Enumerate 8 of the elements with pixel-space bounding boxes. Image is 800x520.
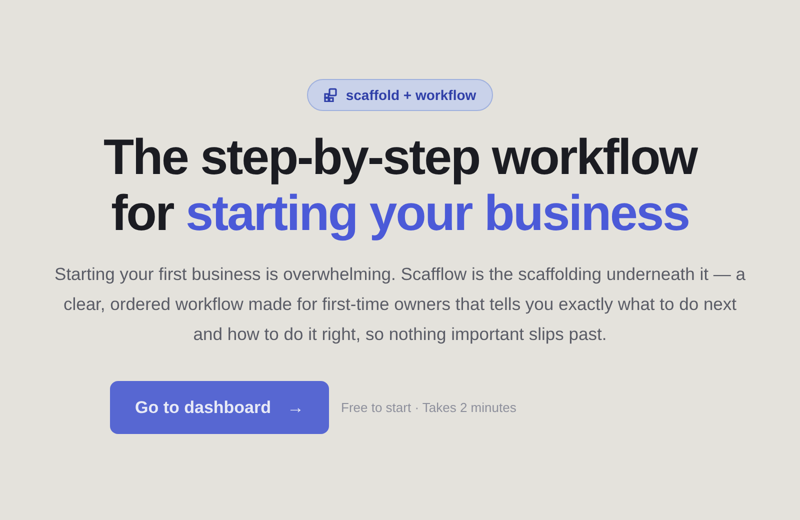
dashboard-button[interactable]: Go to dashboard → xyxy=(110,381,329,434)
badge-label: scaffold + workflow xyxy=(346,86,476,104)
blocks-icon xyxy=(324,88,338,102)
headline: for xyxy=(111,185,174,241)
headline-accent: starting your business xyxy=(186,185,689,241)
headline: The step-by-step workflow xyxy=(103,129,697,185)
description: Starting your first business is overwhelming. Scafflow is the scaffolding underneath it — a clear, ordered workflow made for first-time owners that tells you exactly what to do next and how to do it right, so nothing important slips past. xyxy=(54,263,746,346)
cta-note: Free to start · Takes 2 minutes xyxy=(341,398,516,417)
